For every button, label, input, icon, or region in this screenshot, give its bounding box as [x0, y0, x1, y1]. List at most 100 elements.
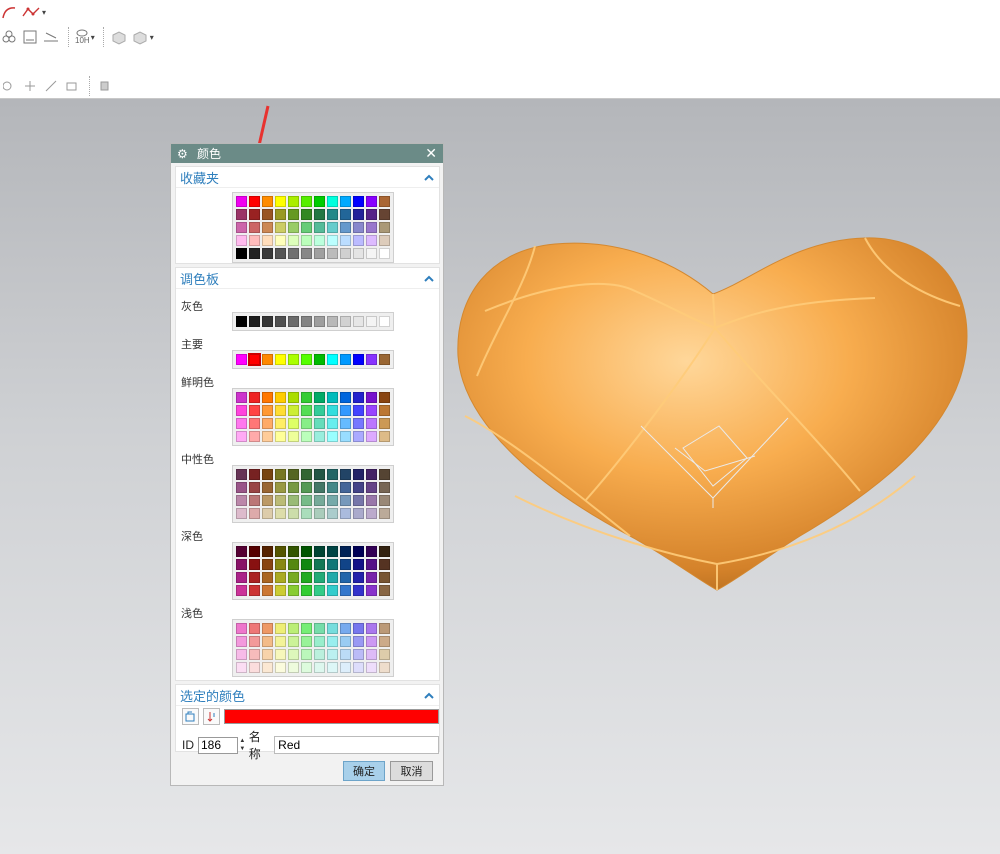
drawing-icon[interactable]: [21, 27, 39, 47]
bright-color-cell[interactable]: [288, 392, 299, 403]
dark-color-cell[interactable]: [327, 559, 338, 570]
dark-color-cell[interactable]: [288, 559, 299, 570]
gray-color-cell[interactable]: [327, 316, 338, 327]
light-color-cell[interactable]: [288, 623, 299, 634]
neutral-color-cell[interactable]: [340, 469, 351, 480]
light-color-cell[interactable]: [249, 623, 260, 634]
neutral-color-cell[interactable]: [379, 482, 390, 493]
light-color-cell[interactable]: [366, 636, 377, 647]
favorites-color-cell[interactable]: [249, 248, 260, 259]
favorites-color-cell[interactable]: [353, 222, 364, 233]
neutral-color-cell[interactable]: [275, 482, 286, 493]
bright-color-cell[interactable]: [249, 392, 260, 403]
gray-color-cell[interactable]: [262, 316, 273, 327]
sort-color-icon[interactable]: [203, 708, 220, 725]
neutral-color-cell[interactable]: [340, 508, 351, 519]
favorites-color-cell[interactable]: [327, 248, 338, 259]
dark-color-cell[interactable]: [301, 585, 312, 596]
favorites-color-cell[interactable]: [275, 235, 286, 246]
light-color-cell[interactable]: [301, 649, 312, 660]
light-color-cell[interactable]: [353, 662, 364, 673]
gray-color-cell[interactable]: [314, 316, 325, 327]
favorites-color-cell[interactable]: [288, 209, 299, 220]
neutral-color-cell[interactable]: [262, 482, 273, 493]
neutral-color-cell[interactable]: [327, 482, 338, 493]
neutral-color-cell[interactable]: [249, 469, 260, 480]
favorites-color-cell[interactable]: [236, 235, 247, 246]
light-color-cell[interactable]: [340, 662, 351, 673]
neutral-color-cell[interactable]: [236, 482, 247, 493]
bright-color-cell[interactable]: [314, 431, 325, 442]
dark-color-cell[interactable]: [340, 546, 351, 557]
neutral-color-cell[interactable]: [301, 482, 312, 493]
favorites-color-cell[interactable]: [301, 209, 312, 220]
bright-color-cell[interactable]: [314, 405, 325, 416]
light-color-cell[interactable]: [275, 623, 286, 634]
neutral-color-cell[interactable]: [301, 469, 312, 480]
light-color-cell[interactable]: [249, 662, 260, 673]
dark-color-cell[interactable]: [366, 546, 377, 557]
main-color-cell[interactable]: [236, 354, 247, 365]
light-color-cell[interactable]: [301, 636, 312, 647]
light-color-cell[interactable]: [340, 649, 351, 660]
bright-color-cell[interactable]: [262, 418, 273, 429]
neutral-color-cell[interactable]: [262, 469, 273, 480]
bright-color-cell[interactable]: [353, 418, 364, 429]
favorites-color-cell[interactable]: [314, 196, 325, 207]
neutral-color-cell[interactable]: [275, 495, 286, 506]
gray-color-cell[interactable]: [366, 316, 377, 327]
bright-color-cell[interactable]: [379, 431, 390, 442]
light-color-cell[interactable]: [340, 623, 351, 634]
favorites-color-cell[interactable]: [314, 222, 325, 233]
neutral-color-cell[interactable]: [314, 508, 325, 519]
light-color-cell[interactable]: [353, 636, 364, 647]
favorites-color-cell[interactable]: [353, 248, 364, 259]
light-color-cell[interactable]: [314, 649, 325, 660]
dark-color-cell[interactable]: [301, 546, 312, 557]
bright-color-cell[interactable]: [249, 405, 260, 416]
close-icon[interactable]: ✕: [425, 145, 437, 162]
favorites-color-cell[interactable]: [236, 222, 247, 233]
chevron-down-icon[interactable]: ▾: [91, 33, 95, 42]
favorites-color-cell[interactable]: [366, 235, 377, 246]
bright-color-cell[interactable]: [327, 405, 338, 416]
layer-icon[interactable]: [96, 76, 114, 96]
favorites-color-cell[interactable]: [301, 196, 312, 207]
favorites-color-cell[interactable]: [275, 248, 286, 259]
favorites-color-cell[interactable]: [236, 248, 247, 259]
favorites-color-cell[interactable]: [249, 235, 260, 246]
bright-color-cell[interactable]: [366, 405, 377, 416]
favorites-color-cell[interactable]: [236, 209, 247, 220]
light-color-cell[interactable]: [288, 636, 299, 647]
favorites-color-cell[interactable]: [353, 209, 364, 220]
palette-header[interactable]: 调色板: [176, 268, 439, 289]
dark-color-cell[interactable]: [275, 572, 286, 583]
neutral-color-cell[interactable]: [340, 495, 351, 506]
favorites-color-cell[interactable]: [249, 196, 260, 207]
neutral-color-cell[interactable]: [353, 469, 364, 480]
neutral-color-cell[interactable]: [327, 469, 338, 480]
neutral-color-cell[interactable]: [275, 508, 286, 519]
id-spinner[interactable]: ▲ ▼: [238, 737, 247, 754]
dark-color-cell[interactable]: [366, 559, 377, 570]
bright-color-cell[interactable]: [275, 405, 286, 416]
heart-model[interactable]: [455, 236, 970, 591]
neutral-color-cell[interactable]: [353, 495, 364, 506]
bright-color-cell[interactable]: [301, 405, 312, 416]
dark-color-cell[interactable]: [236, 572, 247, 583]
favorites-color-cell[interactable]: [340, 222, 351, 233]
chevron-up-icon[interactable]: [423, 272, 435, 284]
favorites-color-cell[interactable]: [340, 248, 351, 259]
bright-color-cell[interactable]: [262, 392, 273, 403]
dark-color-cell[interactable]: [379, 559, 390, 570]
neutral-color-cell[interactable]: [314, 469, 325, 480]
neutral-color-cell[interactable]: [340, 482, 351, 493]
light-color-cell[interactable]: [379, 636, 390, 647]
dark-color-cell[interactable]: [327, 546, 338, 557]
neutral-color-cell[interactable]: [288, 495, 299, 506]
favorites-color-cell[interactable]: [262, 248, 273, 259]
light-color-cell[interactable]: [379, 662, 390, 673]
light-color-cell[interactable]: [249, 636, 260, 647]
light-color-cell[interactable]: [236, 623, 247, 634]
curve-icon[interactable]: [0, 2, 18, 22]
